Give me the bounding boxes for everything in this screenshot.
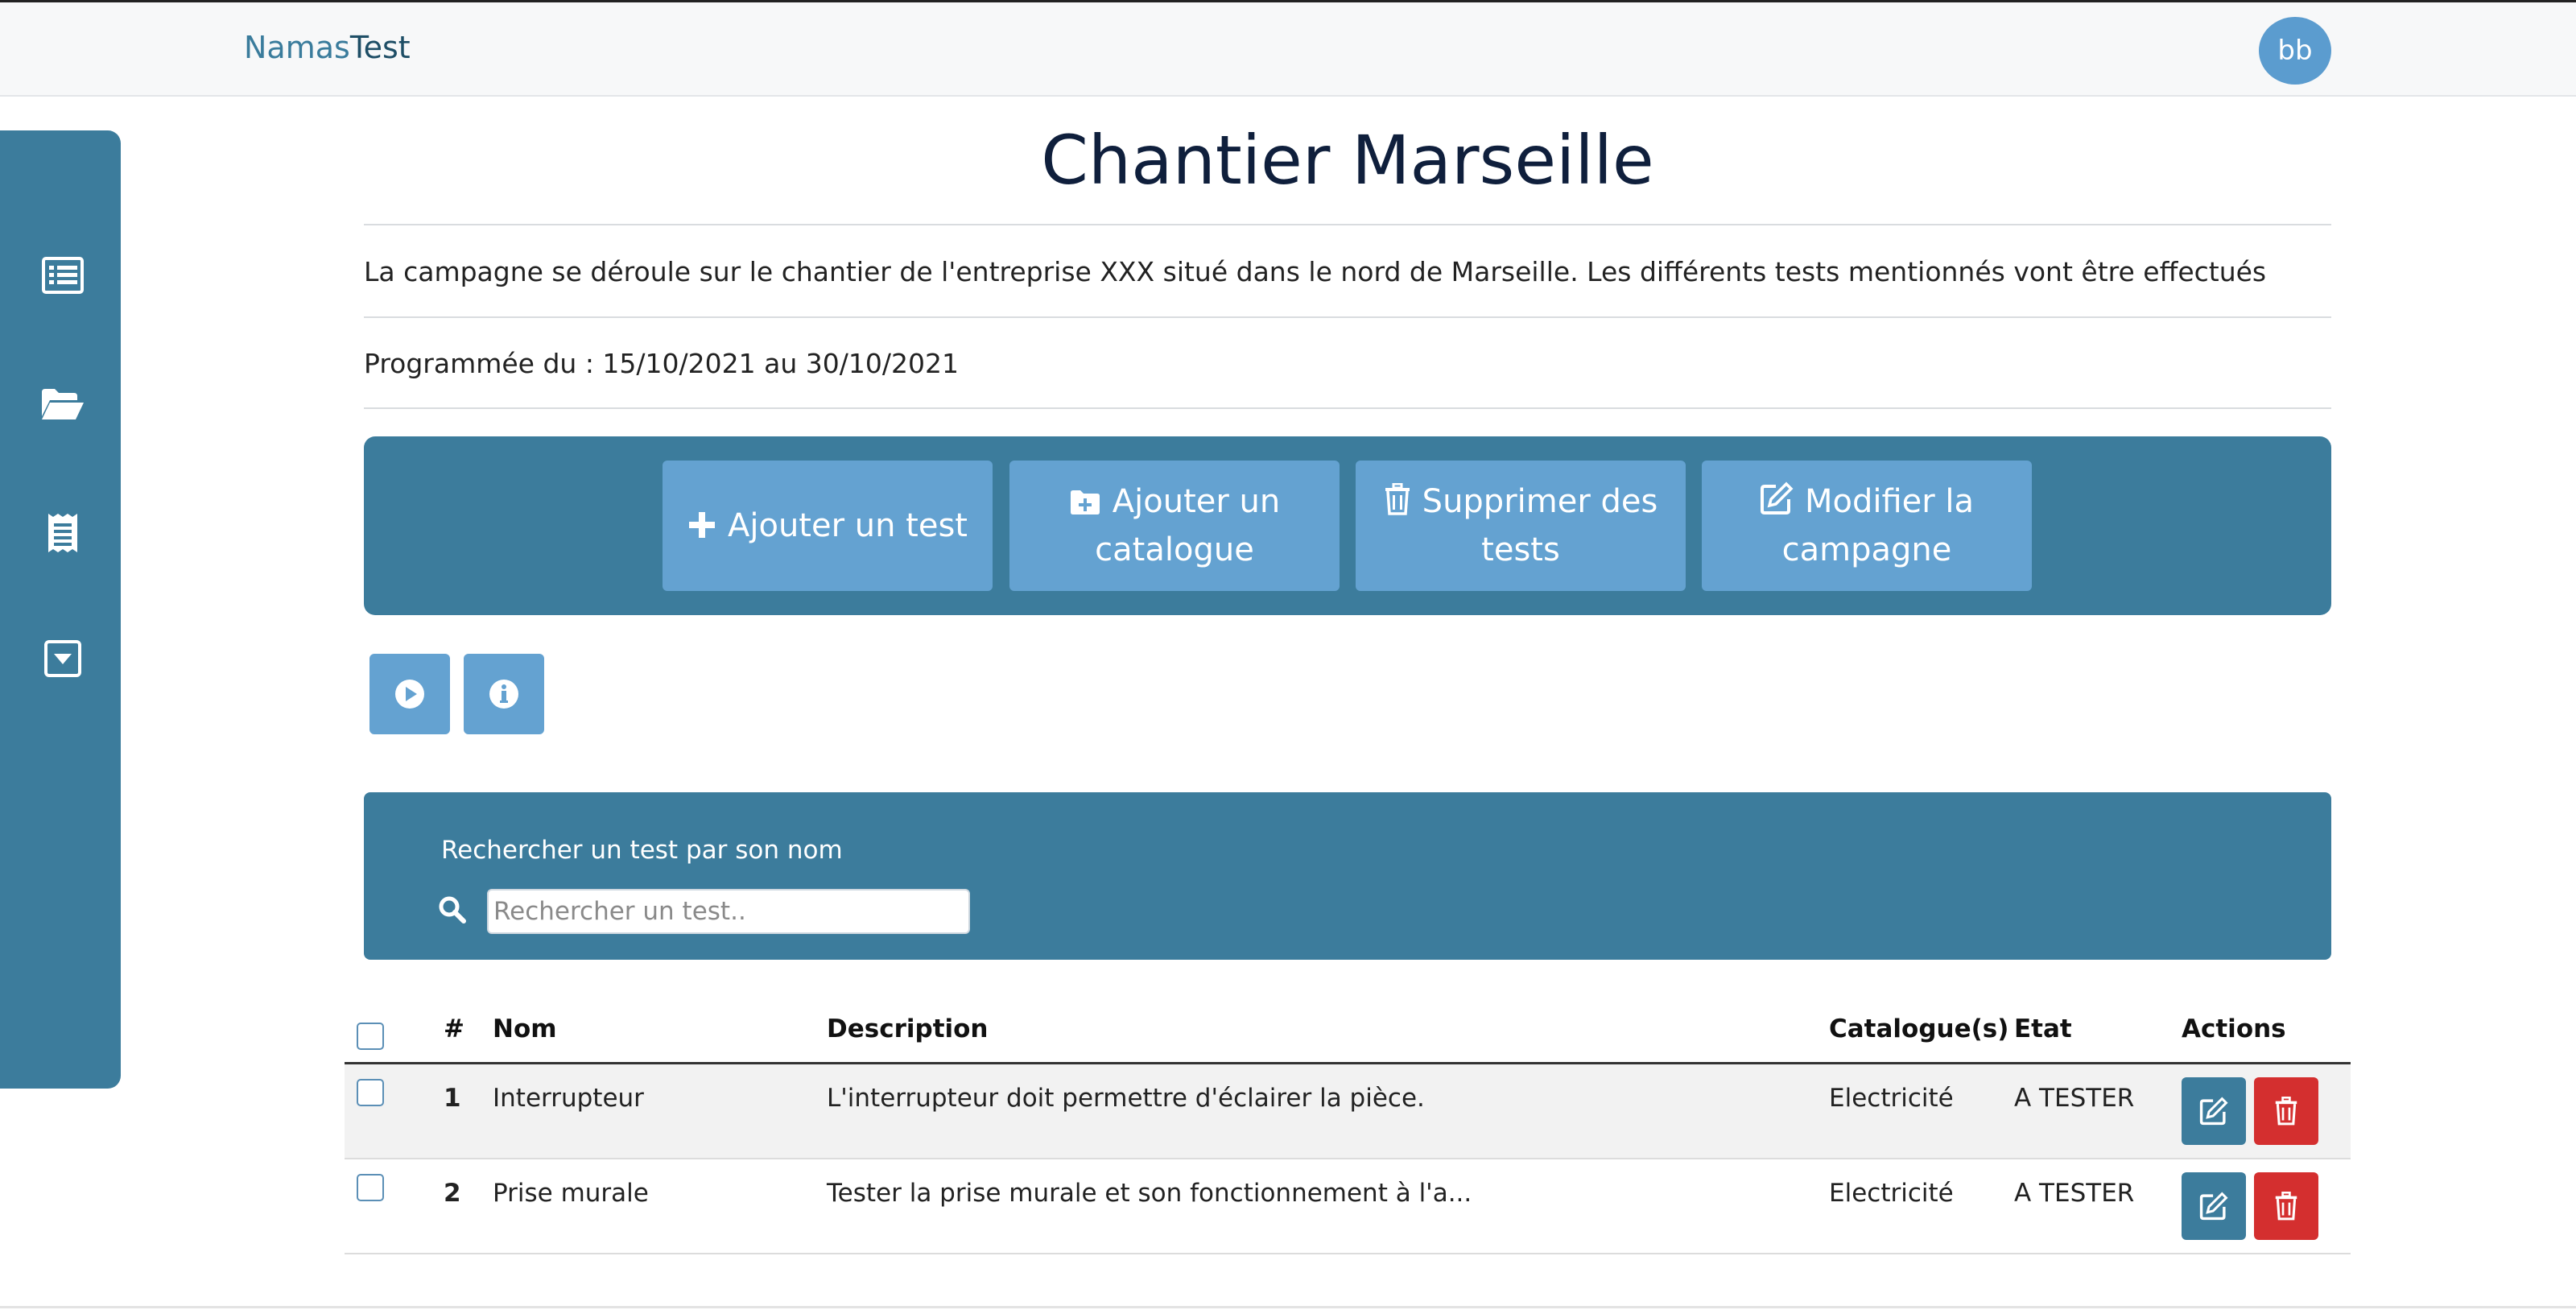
user-avatar[interactable]: bb [2259,17,2331,85]
folder-open-icon [42,389,84,419]
divider [364,316,2331,318]
col-name-header[interactable]: Nom [493,1014,557,1043]
sidebar-item-campaigns[interactable] [40,253,85,298]
search-label: Rechercher un test par son nom [441,836,843,865]
edit-campaign-button[interactable]: Modifier la campagne [1702,461,2032,591]
row-description: Tester la prise murale et son fonctionne… [827,1179,1472,1208]
edit-icon [2199,1097,2228,1126]
row-num: 1 [444,1084,461,1113]
folder-plus-icon [1070,490,1100,514]
receipt-icon [48,514,77,552]
row-catalogue: Electricité [1829,1179,1954,1208]
search-input[interactable] [487,889,970,934]
trash-icon [1385,482,1410,515]
delete-test-button[interactable] [2254,1077,2318,1145]
divider [364,224,2331,225]
row-num: 2 [444,1179,461,1208]
add-catalogue-button[interactable]: Ajouter un catalogue [1009,461,1340,591]
row-checkbox[interactable] [357,1079,384,1106]
table-row: 2 Prise murale Tester la prise murale et… [345,1159,2351,1254]
add-test-button[interactable]: Ajouter un test [663,461,993,591]
divider [364,407,2331,409]
brand-logo[interactable]: NamasTest [244,30,411,65]
brand-part-1: Namas [244,30,350,65]
row-description: L'interrupteur doit permettre d'éclairer… [827,1084,1425,1113]
caret-square-down-icon [44,640,81,677]
footer-divider [0,1306,2576,1308]
col-num-header: # [444,1014,464,1043]
search-icon-wrap [438,895,467,928]
edit-campaign-label-2: campagne [1781,531,1952,568]
edit-test-button[interactable] [2182,1172,2246,1240]
col-state-header[interactable]: Etat [2014,1014,2072,1043]
table-header: # Nom Description Catalogue(s) Etat Acti… [345,998,2351,1064]
sidebar-item-archive[interactable] [40,636,85,681]
page-title: Chantier Marseille [1041,121,1654,200]
edit-test-button[interactable] [2182,1077,2246,1145]
delete-tests-label-1: Supprimer des [1422,483,1658,520]
plus-icon [689,512,715,538]
edit-campaign-label-1: Modifier la [1804,483,1975,520]
col-description-header[interactable]: Description [827,1014,989,1043]
play-circle-icon [395,680,424,709]
edit-icon [1760,481,1794,514]
sidebar [0,130,121,1089]
add-catalogue-label-2: catalogue [1095,531,1254,568]
table-row: 1 Interrupteur L'interrupteur doit perme… [345,1064,2351,1159]
search-icon [439,896,466,924]
list-icon [42,257,84,294]
edit-icon [2199,1192,2228,1221]
row-state: A TESTER [2014,1084,2135,1113]
campaign-dates: Programmée du : 15/10/2021 au 30/10/2021 [364,348,959,379]
campaign-description: La campagne se déroule sur le chantier d… [364,256,2267,287]
trash-icon [2275,1192,2297,1221]
row-name: Prise murale [493,1179,649,1208]
delete-tests-label-2: tests [1481,531,1560,568]
tests-table: # Nom Description Catalogue(s) Etat Acti… [345,998,2351,1254]
row-checkbox[interactable] [357,1174,384,1201]
top-navbar: NamasTest bb [0,0,2576,97]
sidebar-item-catalogues[interactable] [40,382,85,427]
info-circle-icon [489,680,518,709]
add-catalogue-label-1: Ajouter un [1112,483,1281,520]
search-panel: Rechercher un test par son nom [364,792,2331,960]
add-test-label: Ajouter un test [728,507,968,544]
col-actions-header: Actions [2182,1014,2286,1043]
delete-test-button[interactable] [2254,1172,2318,1240]
col-catalogues-header[interactable]: Catalogue(s) [1829,1014,2008,1043]
row-name: Interrupteur [493,1084,644,1113]
avatar-initials: bb [2277,35,2313,67]
run-campaign-button[interactable] [369,654,450,734]
row-catalogue: Electricité [1829,1084,1954,1113]
campaign-actions-panel: Ajouter un test Ajouter un catalogue Sup… [364,436,2331,615]
select-all-checkbox[interactable] [357,1023,384,1050]
sidebar-item-reports[interactable] [40,510,85,556]
delete-tests-button[interactable]: Supprimer des tests [1356,461,1686,591]
row-state: A TESTER [2014,1179,2135,1208]
brand-part-2: Test [349,30,411,65]
info-button[interactable] [464,654,544,734]
trash-icon [2275,1097,2297,1126]
